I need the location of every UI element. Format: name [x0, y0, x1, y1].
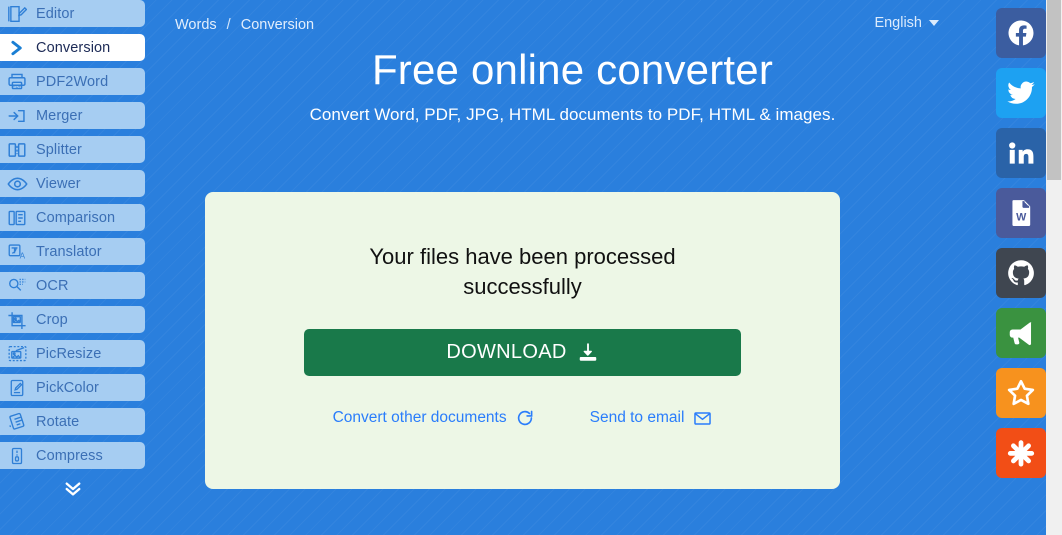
- language-selector-label: English: [874, 15, 922, 31]
- sidebar-item-label: Crop: [36, 311, 68, 328]
- social-button-github[interactable]: [996, 248, 1046, 298]
- page-scrollbar-thumb[interactable]: [1047, 0, 1061, 180]
- sidebar-item-label: Editor: [36, 5, 75, 22]
- social-share-rail: W: [996, 8, 1046, 478]
- editor-icon: [6, 4, 28, 24]
- crop-icon: [6, 310, 28, 330]
- sidebar-item-splitter[interactable]: Splitter: [0, 136, 145, 163]
- sidebar-item-pdf2word[interactable]: PDF PDF2Word: [0, 68, 145, 95]
- sidebar-expand-more-button[interactable]: [0, 476, 145, 502]
- sidebar-item-rotate[interactable]: Rotate: [0, 408, 145, 435]
- sidebar-item-picresize[interactable]: PicResize: [0, 340, 145, 367]
- download-icon: [579, 343, 596, 361]
- github-icon: [1006, 258, 1036, 288]
- sidebar-item-crop[interactable]: Crop: [0, 306, 145, 333]
- page-scrollbar[interactable]: [1046, 0, 1062, 535]
- convert-other-documents-link[interactable]: Convert other documents: [333, 409, 534, 428]
- breadcrumb-root[interactable]: Words: [175, 17, 217, 33]
- sidebar-item-label: PickColor: [36, 379, 99, 396]
- megaphone-icon: [1006, 318, 1036, 348]
- pdf-printer-icon: PDF: [6, 72, 28, 92]
- merger-icon: [6, 106, 28, 126]
- download-button-label: DOWNLOAD: [446, 340, 567, 363]
- twitter-icon: [1006, 78, 1036, 108]
- sidebar-item-label: PDF2Word: [36, 73, 109, 90]
- card-links: Convert other documents Send to email: [205, 409, 840, 428]
- hero-section: Free online converter Convert Word, PDF,…: [145, 46, 1000, 125]
- pickcolor-icon: [6, 378, 28, 398]
- asterisk-icon: [1006, 438, 1036, 468]
- social-button-twitter[interactable]: [996, 68, 1046, 118]
- rotate-icon: [6, 412, 28, 432]
- sidebar-item-label: OCR: [36, 277, 69, 294]
- social-button-asterisk[interactable]: [996, 428, 1046, 478]
- sidebar-item-editor[interactable]: Editor: [0, 0, 145, 27]
- page-title: Free online converter: [371, 46, 774, 93]
- sidebar-item-comparison[interactable]: Comparison: [0, 204, 145, 231]
- svg-text:PDF: PDF: [13, 83, 22, 88]
- ocr-icon: [6, 276, 28, 296]
- sidebar-item-compress[interactable]: Compress: [0, 442, 145, 469]
- sidebar-item-label: Splitter: [36, 141, 82, 158]
- social-button-announce[interactable]: [996, 308, 1046, 358]
- page-subtitle: Convert Word, PDF, JPG, HTML documents t…: [309, 105, 836, 125]
- envelope-icon: [694, 411, 712, 425]
- breadcrumb: Words / Conversion: [175, 17, 314, 33]
- status-message: Your files have been processed successfu…: [369, 244, 676, 300]
- splitter-icon: [6, 140, 28, 160]
- sidebar-item-label: Translator: [36, 243, 102, 260]
- send-to-email-link[interactable]: Send to email: [590, 409, 713, 428]
- social-button-word[interactable]: W: [996, 188, 1046, 238]
- sidebar-item-label: Conversion: [36, 39, 111, 56]
- social-button-linkedin[interactable]: [996, 128, 1046, 178]
- chevrons-down-icon: [65, 482, 80, 496]
- sidebar-item-ocr[interactable]: OCR: [0, 272, 145, 299]
- sidebar-item-label: Compress: [36, 447, 103, 464]
- sidebar-item-label: Viewer: [36, 175, 81, 192]
- sidebar-item-translator[interactable]: A Translator: [0, 238, 145, 265]
- sidebar-item-merger[interactable]: Merger: [0, 102, 145, 129]
- svg-text:W: W: [1016, 212, 1027, 224]
- facebook-icon: [1006, 18, 1036, 48]
- result-card: Your files have been processed successfu…: [205, 192, 840, 489]
- download-button[interactable]: DOWNLOAD: [304, 328, 741, 376]
- sidebar: Editor Conversion PDF PDF2Word Merger Splitte…: [0, 0, 145, 535]
- language-selector[interactable]: English: [874, 15, 939, 31]
- top-bar: Words / Conversion English: [145, 0, 1046, 46]
- eye-icon: [6, 174, 28, 194]
- translator-icon: A: [6, 242, 28, 262]
- sidebar-item-pickcolor[interactable]: PickColor: [0, 374, 145, 401]
- sidebar-item-label: Rotate: [36, 413, 80, 430]
- comparison-icon: [6, 208, 28, 228]
- sidebar-item-viewer[interactable]: Viewer: [0, 170, 145, 197]
- word-doc-icon: W: [1006, 198, 1036, 228]
- refresh-icon: [517, 410, 533, 426]
- chevron-right-icon: [6, 38, 28, 58]
- breadcrumb-current[interactable]: Conversion: [241, 17, 314, 33]
- chevron-down-icon: [929, 20, 939, 26]
- sidebar-item-label: Comparison: [36, 209, 116, 226]
- social-button-favorite[interactable]: [996, 368, 1046, 418]
- compress-icon: [6, 446, 28, 466]
- convert-other-documents-label: Convert other documents: [332, 409, 507, 427]
- send-to-email-label: Send to email: [589, 409, 685, 427]
- social-button-facebook[interactable]: [996, 8, 1046, 58]
- picresize-icon: [6, 344, 28, 364]
- sidebar-item-label: Merger: [36, 107, 83, 124]
- sidebar-item-conversion[interactable]: Conversion: [0, 34, 145, 61]
- star-icon: [1005, 377, 1037, 409]
- linkedin-icon: [1006, 138, 1036, 168]
- svg-text:A: A: [20, 251, 26, 260]
- sidebar-item-label: PicResize: [36, 345, 102, 362]
- breadcrumb-separator: /: [226, 17, 231, 33]
